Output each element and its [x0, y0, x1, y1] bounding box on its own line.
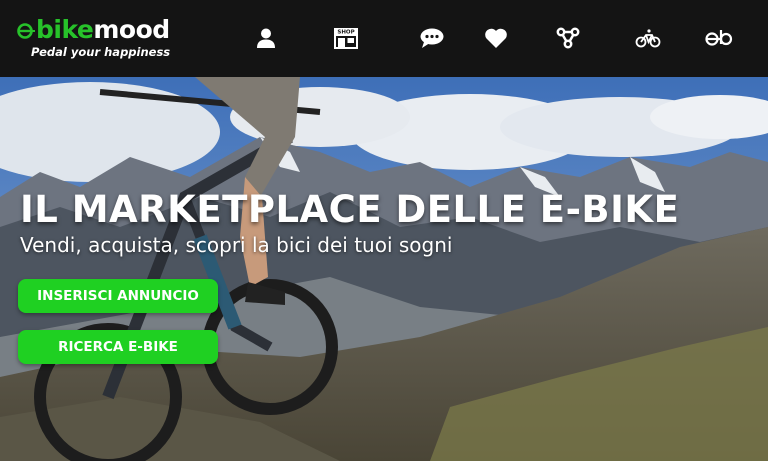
logo-tagline: Pedal your happiness	[31, 45, 171, 59]
user-icon[interactable]	[251, 24, 281, 52]
ebikemood-logo[interactable]: bikemood Pedal your happiness	[16, 16, 186, 62]
chat-icon[interactable]	[417, 24, 447, 52]
share-icon[interactable]	[553, 24, 583, 52]
bicycle-icon[interactable]	[633, 24, 663, 52]
hero-banner: IL MARKETPLACE DELLE E-BIKE Vendi, acqui…	[0, 77, 768, 461]
mountain-bike-photo	[0, 77, 768, 461]
hero-subtitle: Vendi, acquista, scopri la bici dei tuoi…	[20, 233, 453, 257]
shop-icon[interactable]: SHOP	[331, 24, 361, 52]
top-navbar: bikemood Pedal your happiness SHOP	[0, 0, 768, 77]
logo-wordmark: bikemood	[16, 16, 186, 44]
hero-title: IL MARKETPLACE DELLE E-BIKE	[20, 188, 680, 231]
insert-listing-button[interactable]: INSERISCI ANNUNCIO	[18, 279, 218, 313]
logo-mood-text: mood	[93, 15, 170, 44]
logo-bike-text: bike	[36, 15, 94, 44]
heart-icon[interactable]	[481, 24, 511, 52]
e-plug-icon	[17, 23, 35, 39]
ebike-logo-icon[interactable]	[704, 24, 734, 52]
search-ebike-button[interactable]: RICERCA E-BIKE	[18, 330, 218, 364]
